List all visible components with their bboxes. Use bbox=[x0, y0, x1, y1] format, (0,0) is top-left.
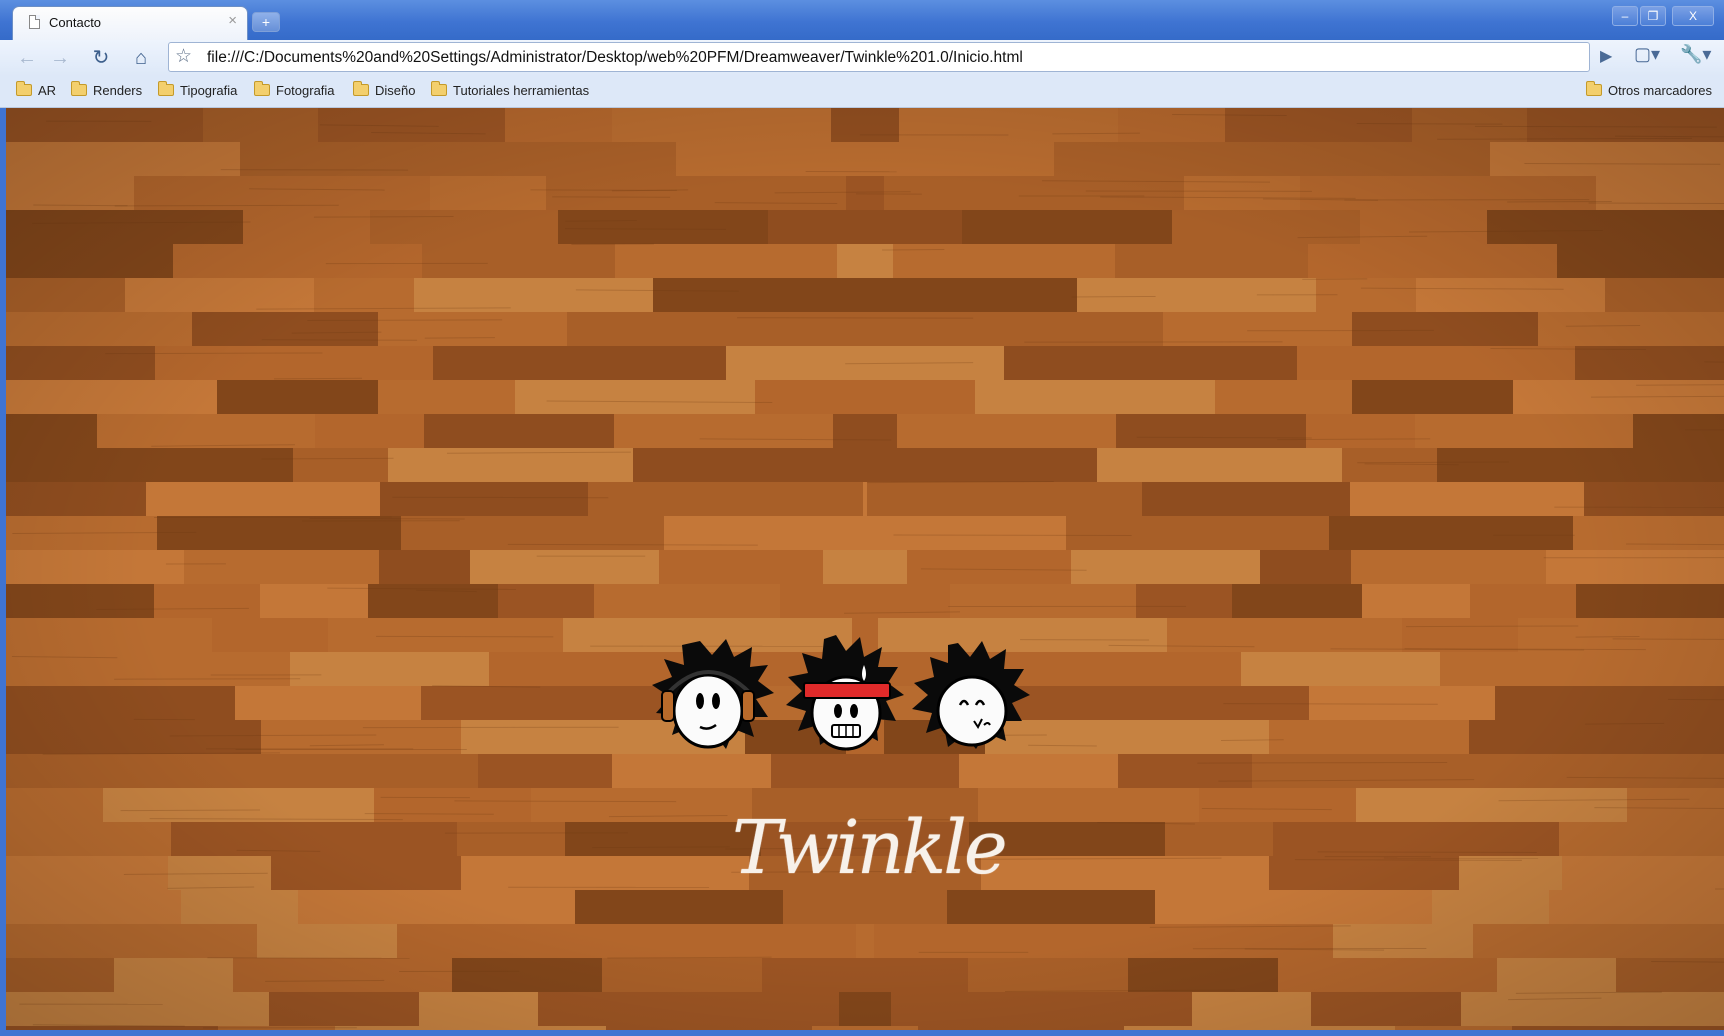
bookmarks-bar: AR Renders Tipografia Fotografia Diseño … bbox=[0, 76, 1724, 108]
home-icon[interactable]: ⌂ bbox=[126, 44, 156, 72]
page-menu-icon[interactable]: ▢▾ bbox=[1634, 44, 1660, 65]
close-window-button[interactable]: X bbox=[1672, 6, 1714, 26]
tab-close-icon[interactable]: × bbox=[228, 13, 237, 29]
reload-icon[interactable]: ↻ bbox=[86, 44, 116, 72]
new-tab-button[interactable]: + bbox=[252, 12, 280, 32]
bookmark-otros-marcadores[interactable]: Otros marcadores bbox=[1586, 81, 1712, 98]
window-bottom-border bbox=[0, 1030, 1724, 1036]
tab-contacto[interactable]: Contacto × bbox=[12, 6, 248, 40]
page-content: Twinkle bbox=[6, 108, 1724, 1036]
bookmark-tutoriales[interactable]: Tutoriales herramientas bbox=[431, 81, 589, 98]
forward-icon[interactable]: → bbox=[45, 44, 75, 72]
page-icon bbox=[29, 15, 40, 29]
bookmark-diseno[interactable]: Diseño bbox=[353, 81, 415, 98]
twinkle-logo[interactable]: Twinkle bbox=[732, 788, 1008, 918]
headband-character-icon[interactable] bbox=[786, 635, 904, 751]
bookmark-star-icon[interactable]: ☆ bbox=[175, 46, 192, 68]
character-faces bbox=[652, 635, 1030, 751]
bookmark-tipografia[interactable]: Tipografia bbox=[158, 81, 237, 98]
folder-icon bbox=[431, 81, 447, 96]
folder-icon bbox=[1586, 81, 1602, 96]
logo-text: Twinkle bbox=[732, 805, 1008, 891]
restore-button[interactable]: ❐ bbox=[1640, 6, 1666, 26]
address-bar[interactable]: ☆ file:///C:/Documents%20and%20Settings/… bbox=[168, 42, 1590, 72]
window-left-border bbox=[0, 108, 6, 1036]
go-icon[interactable]: ▶ bbox=[1600, 46, 1612, 68]
headphones-character-icon[interactable] bbox=[652, 639, 774, 749]
folder-icon bbox=[71, 81, 87, 96]
folder-icon bbox=[254, 81, 270, 96]
tab-title: Contacto bbox=[49, 15, 102, 30]
folder-icon bbox=[158, 81, 174, 96]
bookmark-ar[interactable]: AR bbox=[16, 81, 56, 98]
minimize-button[interactable]: – bbox=[1612, 6, 1638, 26]
smiling-character-icon[interactable] bbox=[912, 641, 1030, 749]
back-icon[interactable]: ← bbox=[12, 44, 42, 72]
browser-window: Contacto × + – ❐ X ← → ↻ ⌂ ☆ file:///C:/… bbox=[0, 0, 1724, 1036]
url-text[interactable]: file:///C:/Documents%20and%20Settings/Ad… bbox=[207, 49, 1023, 67]
folder-icon bbox=[353, 81, 369, 96]
wrench-menu-icon[interactable]: 🔧▾ bbox=[1680, 44, 1711, 65]
title-bar: Contacto × + – ❐ X bbox=[0, 0, 1724, 40]
folder-icon bbox=[16, 81, 32, 96]
bookmark-fotografia[interactable]: Fotografia bbox=[254, 81, 335, 98]
bookmark-renders[interactable]: Renders bbox=[71, 81, 142, 98]
